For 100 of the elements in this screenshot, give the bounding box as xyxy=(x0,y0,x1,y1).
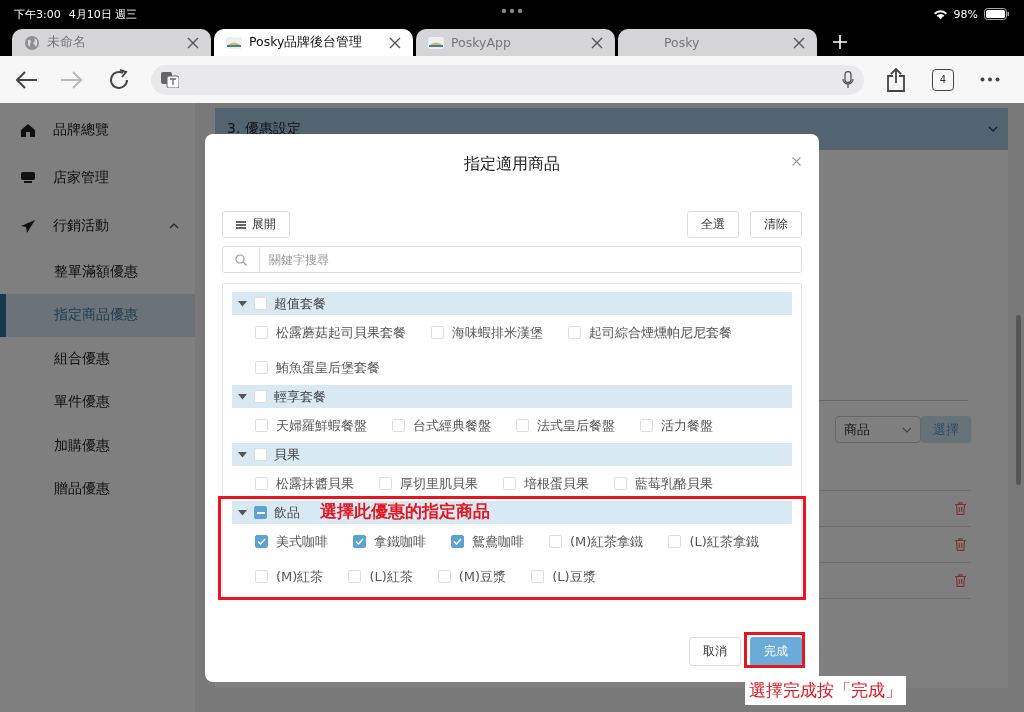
close-icon[interactable] xyxy=(591,36,603,49)
caret-down-icon[interactable] xyxy=(238,450,247,459)
annotation-text: 選擇此優惠的指定商品 xyxy=(320,500,490,523)
caret-down-icon[interactable] xyxy=(238,508,247,517)
clear-button[interactable]: 清除 xyxy=(750,211,802,238)
sidebar-subitem[interactable]: 組合優惠 xyxy=(0,337,195,381)
tab-count-button[interactable]: 4 xyxy=(932,68,954,91)
new-tab-icon[interactable] xyxy=(833,35,847,49)
product-label: 台式經典餐盤 xyxy=(413,416,491,435)
back-icon[interactable] xyxy=(16,70,38,89)
product-label: 松露蘑菇起司貝果套餐 xyxy=(276,323,406,342)
product-option[interactable]: 培根蛋貝果 xyxy=(503,470,589,497)
product-label: 培根蛋貝果 xyxy=(524,474,589,493)
checkbox[interactable] xyxy=(451,535,464,548)
product-option[interactable]: (M)紅茶拿鐵 xyxy=(549,528,644,555)
sidebar-subitem[interactable]: 贈品優惠 xyxy=(0,467,195,511)
product-option[interactable]: 拿鐵咖啡 xyxy=(353,528,426,555)
select-all-button[interactable]: 全選 xyxy=(687,211,739,238)
more-icon xyxy=(501,8,523,14)
product-option[interactable]: 起司綜合煙燻帕尼尼套餐 xyxy=(568,319,732,346)
dialog-title: 指定適用商品 xyxy=(464,153,560,175)
more-icon[interactable] xyxy=(980,77,1000,82)
product-option[interactable]: 美式咖啡 xyxy=(255,528,328,555)
battery-level: 98% xyxy=(953,7,978,21)
address-field[interactable] xyxy=(151,64,864,95)
product-label: 海味蝦排米漢堡 xyxy=(452,323,543,342)
product-label: (M)紅茶 xyxy=(276,567,324,586)
group-label: 超值套餐 xyxy=(274,294,326,313)
tab-title: 未命名 xyxy=(47,34,87,51)
product-label: (L)豆漿 xyxy=(552,567,596,586)
product-option[interactable]: 台式經典餐盤 xyxy=(392,412,491,439)
sidebar-subitem[interactable]: 單件優惠 xyxy=(0,380,195,424)
group-row[interactable]: 輕享套餐 xyxy=(232,385,792,408)
product-option[interactable]: 活力餐盤 xyxy=(640,412,713,439)
product-label: 法式皇后餐盤 xyxy=(537,416,615,435)
product-option[interactable]: 厚切里肌貝果 xyxy=(379,470,478,497)
cancel-button[interactable]: 取消 xyxy=(689,637,741,666)
checkbox[interactable] xyxy=(255,535,268,548)
close-icon[interactable] xyxy=(389,36,401,49)
minus-icon xyxy=(256,511,265,514)
reload-icon[interactable] xyxy=(108,68,130,91)
group-label: 輕享套餐 xyxy=(274,387,326,406)
sidebar-item[interactable]: 行銷活動 xyxy=(0,202,195,250)
product-option[interactable]: (L)紅茶拿鐵 xyxy=(668,528,759,555)
group-row[interactable]: 貝果 xyxy=(232,443,792,466)
product-option[interactable]: (M)豆漿 xyxy=(437,563,507,590)
status-time: 下午3:00 xyxy=(14,6,61,22)
search-icon xyxy=(235,253,247,266)
microphone-icon[interactable] xyxy=(842,70,854,89)
product-label: (L)紅茶拿鐵 xyxy=(689,532,759,551)
translate-icon[interactable] xyxy=(161,71,179,88)
scrollbar[interactable] xyxy=(1016,315,1021,485)
store-icon xyxy=(21,171,35,185)
type-select[interactable]: 商品 xyxy=(835,416,921,443)
close-icon[interactable] xyxy=(793,36,805,49)
chevron-down-icon xyxy=(902,426,912,433)
sidebar-item[interactable]: 店家管理 xyxy=(0,154,195,202)
search-field[interactable]: 關鍵字搜尋 xyxy=(222,246,802,273)
trash-icon[interactable] xyxy=(955,502,966,515)
forward-icon[interactable] xyxy=(60,70,82,89)
sidebar-subitem[interactable]: 加購優惠 xyxy=(0,424,195,468)
product-label: 活力餐盤 xyxy=(661,416,713,435)
product-label: (L)紅茶 xyxy=(369,567,413,586)
share-icon[interactable] xyxy=(886,67,906,92)
expand-button[interactable]: 展開 xyxy=(222,211,290,238)
close-icon[interactable] xyxy=(187,36,199,49)
caret-down-icon[interactable] xyxy=(238,392,247,401)
logo-icon xyxy=(226,36,242,49)
menu-icon xyxy=(236,220,246,229)
product-label: 松露抹醬貝果 xyxy=(276,474,354,493)
chevron-down-icon xyxy=(988,126,998,132)
checkbox[interactable] xyxy=(254,506,267,519)
sidebar-item[interactable]: 品牌總覽 xyxy=(0,106,195,154)
product-label: 鴛鴦咖啡 xyxy=(472,532,524,551)
home-icon xyxy=(21,123,35,137)
product-option[interactable]: 鮪魚蛋皇后堡套餐 xyxy=(255,354,380,381)
product-label: 美式咖啡 xyxy=(276,532,328,551)
product-option[interactable]: (L)豆漿 xyxy=(531,563,596,590)
highlight-frame xyxy=(744,632,805,668)
trash-icon[interactable] xyxy=(955,574,966,587)
product-option[interactable]: 天婦羅鮮蝦餐盤 xyxy=(255,412,367,439)
product-option[interactable]: 藍莓乳酪貝果 xyxy=(614,470,713,497)
product-option[interactable]: 海味蝦排米漢堡 xyxy=(431,319,543,346)
caret-down-icon[interactable] xyxy=(238,299,247,308)
product-label: 拿鐵咖啡 xyxy=(374,532,426,551)
product-option[interactable]: (M)紅茶 xyxy=(255,563,324,590)
trash-icon[interactable] xyxy=(955,538,966,551)
sidebar-subitem[interactable]: 整單滿額優惠 xyxy=(0,250,195,294)
product-option[interactable]: (L)紅茶 xyxy=(348,563,413,590)
product-label: (M)紅茶拿鐵 xyxy=(570,532,644,551)
product-option[interactable]: 松露蘑菇起司貝果套餐 xyxy=(255,319,406,346)
wifi-icon xyxy=(932,8,948,20)
product-option[interactable]: 法式皇后餐盤 xyxy=(516,412,615,439)
check-icon xyxy=(257,538,266,545)
check-icon xyxy=(355,538,364,545)
product-option[interactable]: 松露抹醬貝果 xyxy=(255,470,354,497)
product-option[interactable]: 鴛鴦咖啡 xyxy=(451,528,524,555)
browser-tab[interactable]: Posky品牌後台管理 xyxy=(214,29,413,56)
group-row[interactable]: 超值套餐 xyxy=(232,292,792,315)
checkbox[interactable] xyxy=(353,535,366,548)
